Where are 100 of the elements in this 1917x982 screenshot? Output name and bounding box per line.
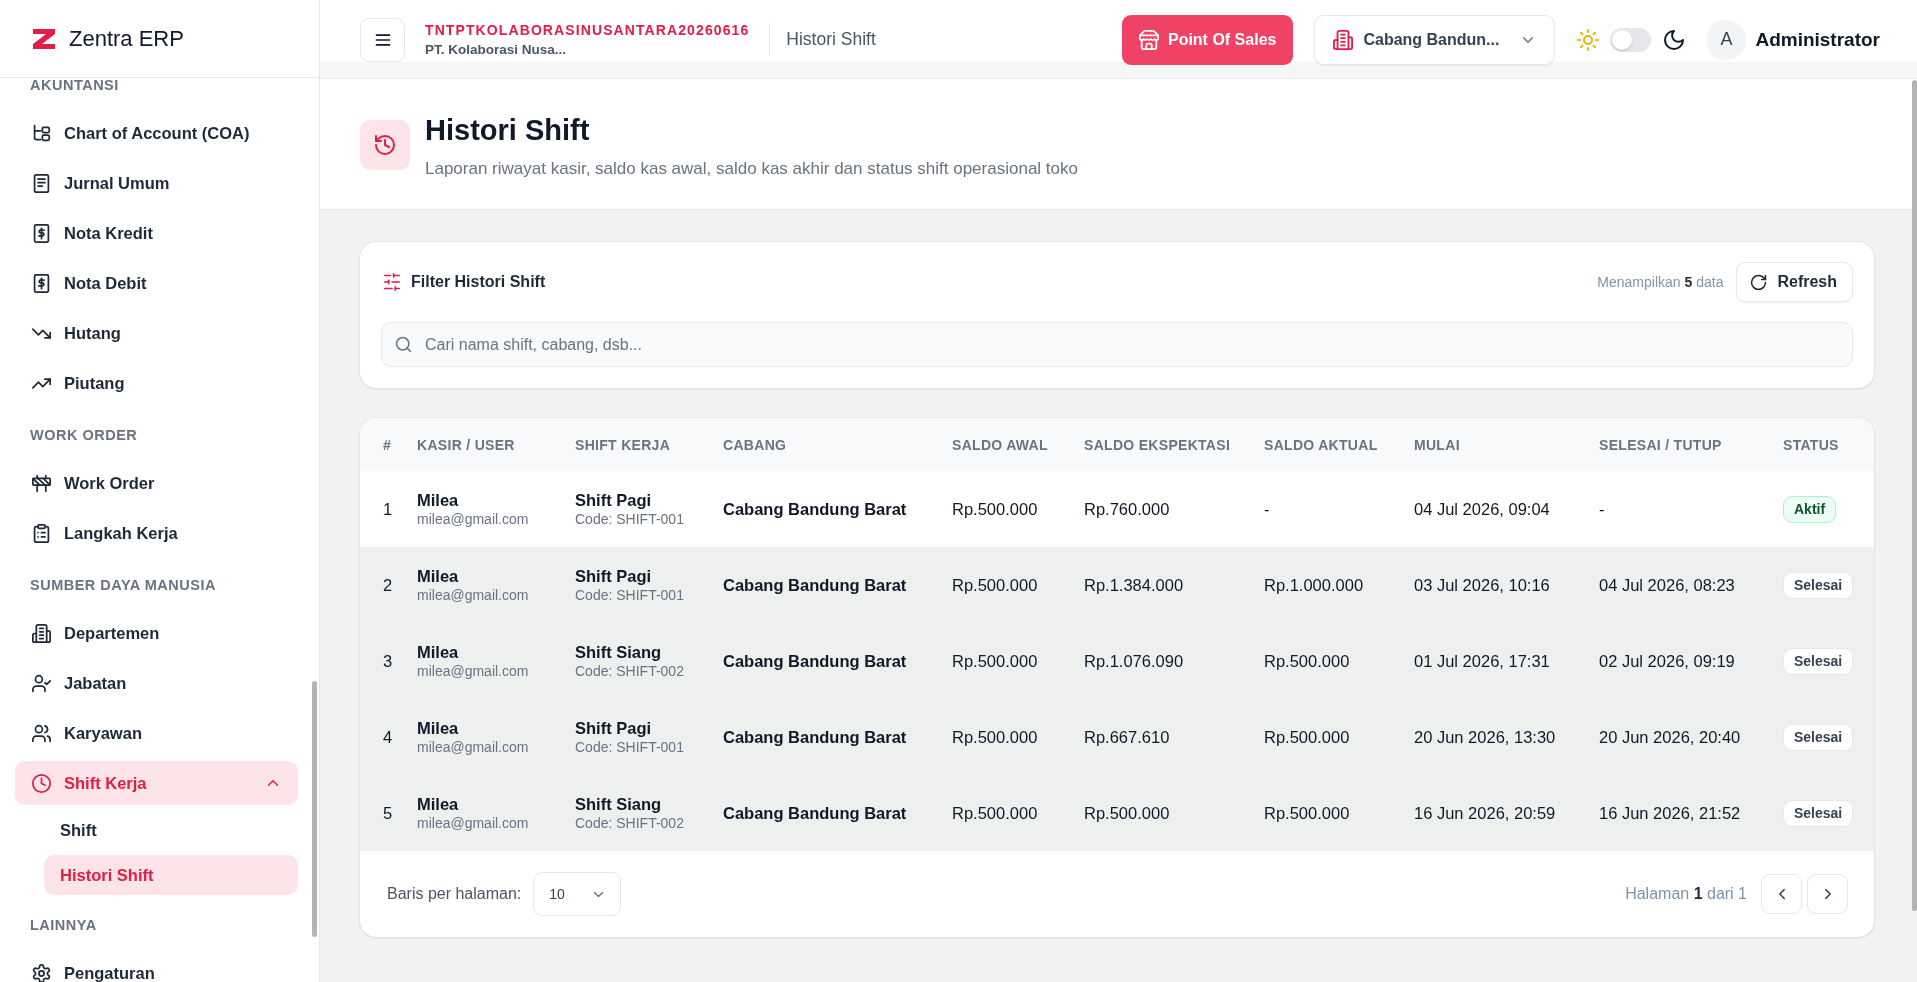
moon-icon [1663, 28, 1686, 51]
sidebar-item[interactable]: Piutang [15, 361, 298, 405]
opening-balance: Rp.500.000 [952, 727, 1038, 747]
cashier-email: milea@gmail.com [417, 510, 529, 528]
column-header[interactable]: SELESAI / TUTUP [1599, 436, 1722, 453]
search-icon [395, 336, 412, 353]
opening-balance: Rp.500.000 [952, 803, 1038, 823]
section-label: SUMBER DAYA MANUSIA [29, 576, 217, 595]
status-badge: Selesai [1783, 571, 1854, 599]
cashier-email: milea@gmail.com [417, 814, 529, 832]
next-page-button[interactable] [1807, 874, 1848, 914]
end-time: 02 Jul 2026, 09:19 [1599, 651, 1735, 671]
sidebar-item[interactable]: Langkah Kerja [15, 511, 298, 555]
status-badge: Selesai [1783, 723, 1854, 751]
opening-balance: Rp.500.000 [952, 499, 1038, 519]
end-time: - [1599, 499, 1605, 519]
end-time: 20 Jun 2026, 20:40 [1599, 727, 1741, 747]
expected-balance: Rp.667.610 [1084, 727, 1170, 747]
sidebar-item[interactable]: Karyawan [15, 711, 298, 755]
column-header[interactable]: # [383, 436, 392, 453]
shift-code: Code: SHIFT-001 [575, 586, 684, 604]
sidebar-item[interactable]: Departemen [15, 611, 298, 655]
previous-page-button[interactable] [1761, 874, 1802, 914]
section-label: WORK ORDER [29, 426, 139, 445]
column-header[interactable]: STATUS [1783, 436, 1839, 453]
row-number: 3 [383, 651, 393, 671]
column-header[interactable]: MULAI [1414, 436, 1460, 453]
end-time: 16 Jun 2026, 21:52 [1599, 803, 1741, 823]
shift-code: Code: SHIFT-001 [575, 738, 684, 756]
users-icon [32, 723, 51, 743]
shift-name: Shift Pagi [575, 490, 652, 510]
status-badge: Aktif [1783, 495, 1837, 523]
sidebar-item[interactable]: Shift Kerja [15, 761, 298, 805]
sidebar-item[interactable]: Work Order [15, 461, 298, 505]
brand-name: Zentra ERP [69, 25, 184, 52]
column-header[interactable]: SHIFT KERJA [575, 436, 671, 453]
start-time: 04 Jul 2026, 09:04 [1414, 499, 1550, 519]
rows-per-page-select[interactable]: 10 [533, 872, 622, 916]
start-time: 01 Jul 2026, 17:31 [1414, 651, 1550, 671]
shift-name: Shift Pagi [575, 718, 652, 738]
menu-button[interactable] [360, 17, 405, 62]
sidebar-item[interactable]: Nota Debit [15, 261, 298, 305]
scrollbar-thumb[interactable] [1912, 80, 1917, 911]
sidebar-subitem[interactable]: Histori Shift [44, 855, 298, 895]
shift-name: Shift Siang [575, 642, 662, 662]
sidebar-subitem[interactable]: Shift [44, 810, 298, 850]
branch-name: Cabang Bandung Barat [723, 803, 907, 823]
sliders-icon [383, 273, 401, 291]
opening-balance: Rp.500.000 [952, 651, 1038, 671]
actual-balance: Rp.500.000 [1264, 651, 1350, 671]
clock-icon [32, 773, 51, 793]
row-number: 1 [383, 499, 393, 519]
opening-balance: Rp.500.000 [952, 575, 1038, 595]
start-time: 03 Jul 2026, 10:16 [1414, 575, 1550, 595]
cashier-name: Milea [417, 718, 459, 738]
expected-balance: Rp.760.000 [1084, 499, 1170, 519]
store-icon [1138, 29, 1159, 50]
theme-toggle[interactable] [1610, 27, 1652, 52]
start-time: 20 Jun 2026, 13:30 [1414, 727, 1556, 747]
column-header[interactable]: SALDO EKSPEKTASI [1084, 436, 1231, 453]
barrier-icon [32, 473, 51, 493]
notebook-icon [32, 173, 51, 193]
search-field[interactable]: Cari nama shift, cabang, dsb... [381, 322, 1853, 367]
page-info: Halaman 1 dari 1 [1625, 885, 1747, 903]
refresh-button[interactable]: Refresh [1736, 262, 1853, 302]
status-badge: Selesai [1783, 647, 1854, 675]
user-name[interactable]: Administrator [1755, 28, 1880, 51]
shift-name: Shift Siang [575, 794, 662, 814]
company-name: PT. Kolaborasi Nusa... [425, 41, 568, 58]
logo-icon [32, 28, 56, 49]
sidebar-item[interactable]: Hutang [15, 311, 298, 355]
shift-code: Code: SHIFT-002 [575, 662, 684, 680]
expected-balance: Rp.1.384.000 [1084, 575, 1184, 595]
cashier-name: Milea [417, 566, 459, 586]
user-avatar[interactable]: A [1706, 19, 1747, 60]
branch-name: Cabang Bandung Barat [723, 575, 907, 595]
rows-per-page-label: Baris per halaman: [387, 885, 522, 903]
scrollbar-thumb[interactable] [312, 681, 317, 937]
start-time: 16 Jun 2026, 20:59 [1414, 803, 1556, 823]
branch-select[interactable]: Cabang Bandun... [1314, 14, 1556, 65]
expected-balance: Rp.500.000 [1084, 803, 1170, 823]
sidebar-item[interactable]: Jabatan [15, 661, 298, 705]
sidebar-item[interactable]: Jurnal Umum [15, 161, 298, 205]
filter-title: Filter Histori Shift [411, 273, 546, 291]
column-header[interactable]: SALDO AKTUAL [1264, 436, 1378, 453]
sidebar-item[interactable]: Nota Kredit [15, 211, 298, 255]
column-header[interactable]: KASIR / USER [417, 436, 515, 453]
cashier-name: Milea [417, 642, 459, 662]
sidebar-item[interactable]: Pengaturan [15, 951, 298, 982]
cashier-email: milea@gmail.com [417, 738, 529, 756]
end-time: 04 Jul 2026, 08:23 [1599, 575, 1735, 595]
cashier-email: milea@gmail.com [417, 586, 529, 604]
column-header[interactable]: CABANG [723, 436, 787, 453]
sun-icon [1577, 28, 1600, 51]
status-badge: Selesai [1783, 799, 1854, 827]
point-of-sales-button[interactable]: Point Of Sales [1121, 14, 1294, 65]
cashier-name: Milea [417, 794, 459, 814]
column-header[interactable]: SALDO AWAL [952, 436, 1048, 453]
sidebar-item[interactable]: Chart of Account (COA) [15, 111, 298, 155]
page-breadcrumb: Histori Shift [786, 29, 876, 50]
